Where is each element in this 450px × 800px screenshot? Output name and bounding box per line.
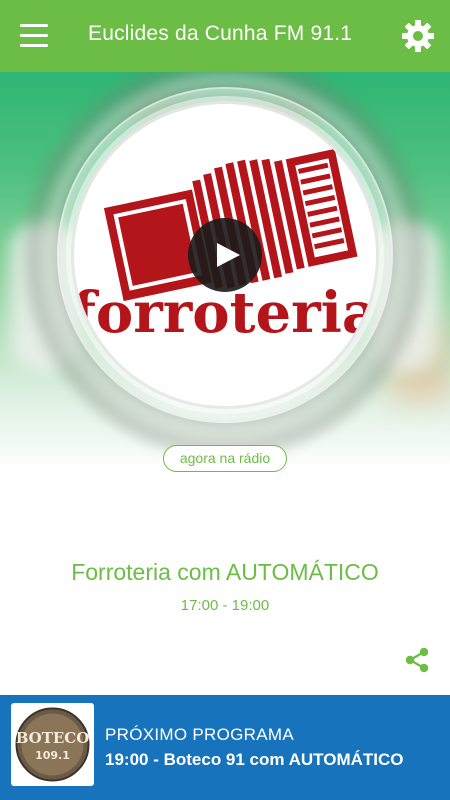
current-program-title: Forroteria com AUTOMÁTICO: [71, 559, 379, 585]
thumb-logo-sub: 109.1: [35, 749, 70, 762]
play-button[interactable]: [188, 218, 262, 292]
now-on-air-badge: agora na rádio: [163, 445, 287, 472]
next-program-thumbnail: BOTECO 109.1: [11, 703, 94, 786]
next-program-label: PRÓXIMO PROGRAMA: [105, 725, 294, 744]
app-title: Euclides da Cunha FM 91.1: [88, 22, 353, 45]
current-program-time: 17:00 - 19:00: [180, 597, 270, 614]
gear-icon[interactable]: [400, 18, 436, 54]
play-icon: [217, 243, 240, 267]
share-icon[interactable]: [402, 645, 432, 675]
menu-icon[interactable]: [20, 24, 50, 48]
next-program-title: 19:00 - Boteco 91 com AUTOMÁTICO: [105, 750, 404, 769]
app-header: Euclides da Cunha FM 91.1: [0, 0, 450, 72]
thumb-logo-text: BOTECO: [16, 729, 90, 747]
next-program-bar[interactable]: BOTECO 109.1 PRÓXIMO PROGRAMA 19:00 - Bo…: [0, 695, 450, 800]
